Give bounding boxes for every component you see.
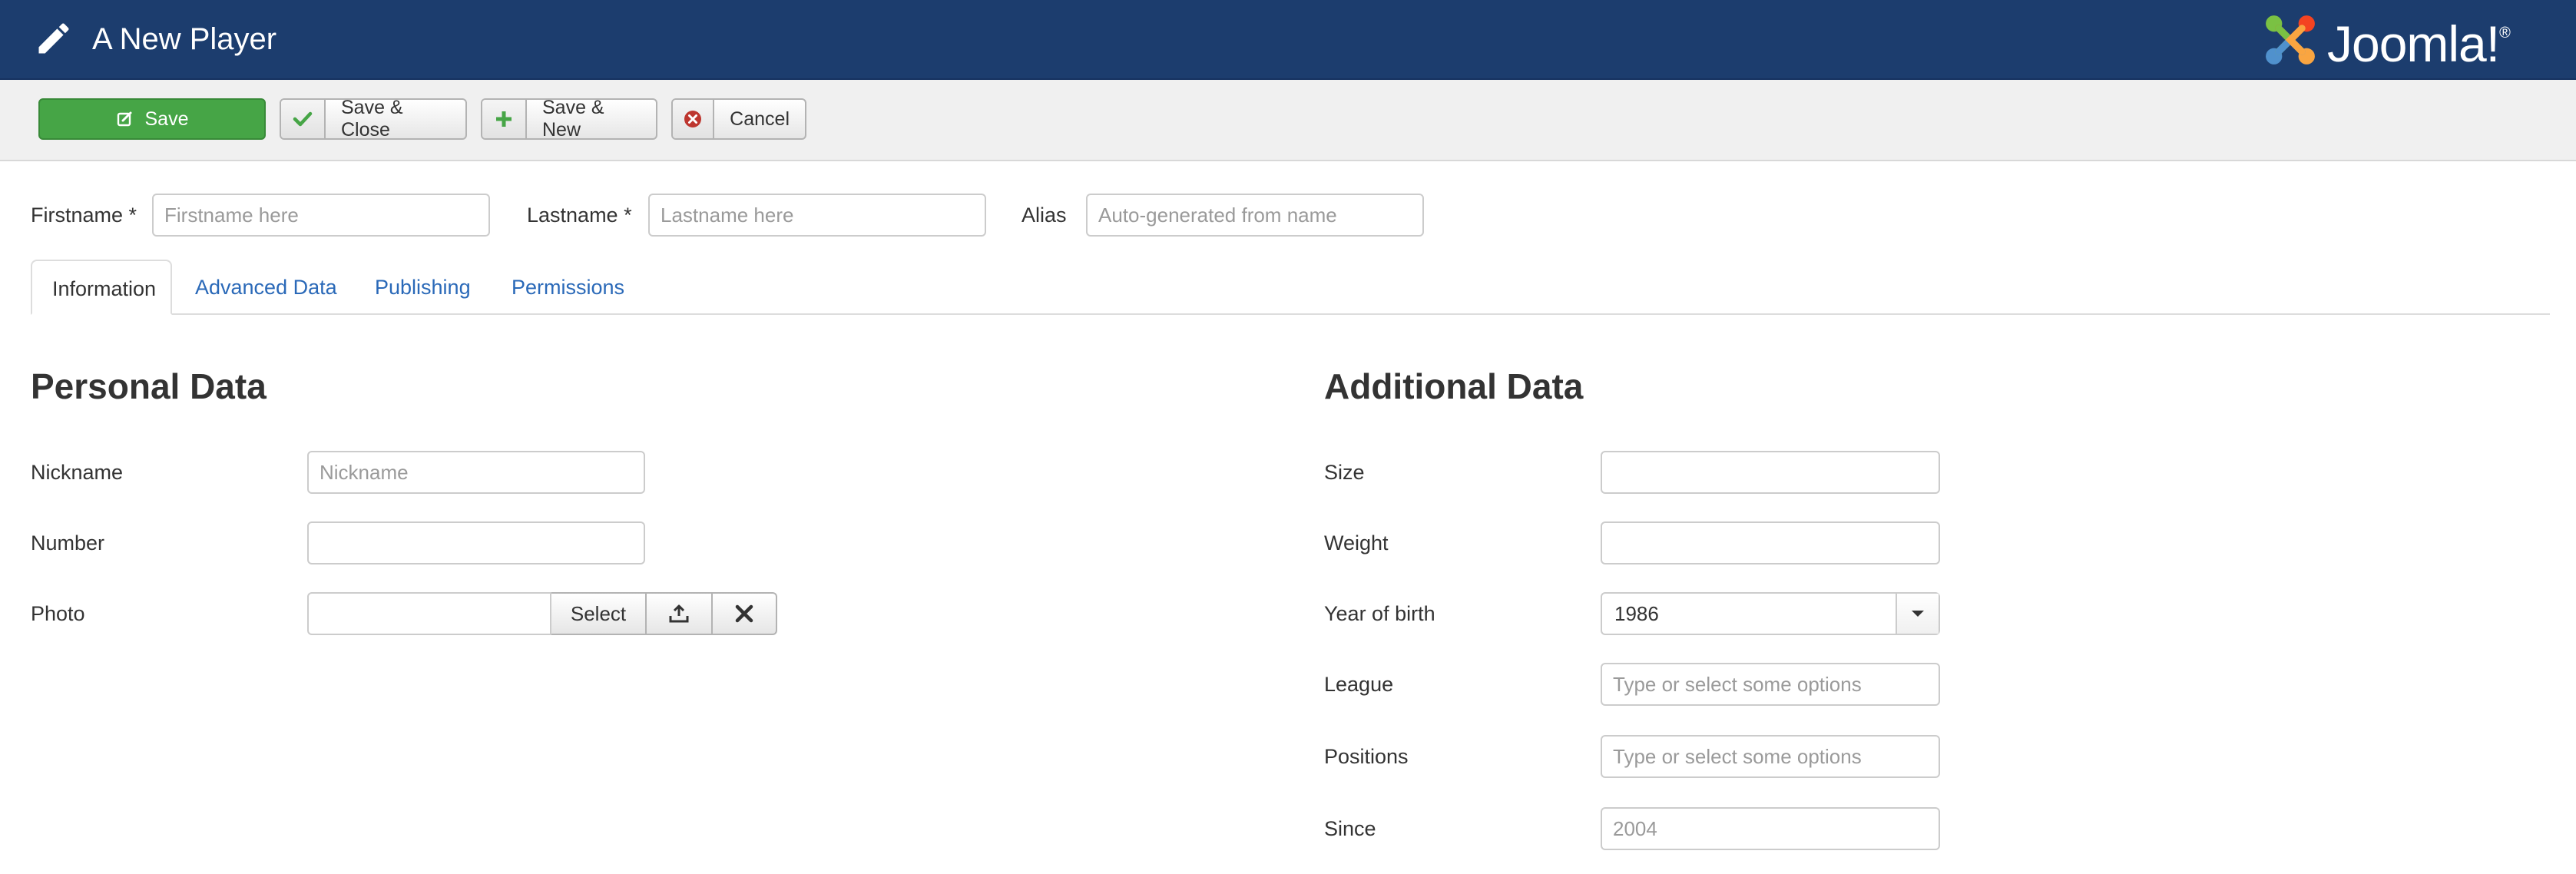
- check-icon: [281, 100, 326, 138]
- chevron-down-icon[interactable]: [1896, 594, 1939, 634]
- app-header: A New Player Joomla!®: [0, 0, 2576, 80]
- close-icon: [735, 604, 753, 623]
- cancel-circle-icon: [673, 100, 715, 138]
- cancel-label: Cancel: [730, 108, 790, 130]
- weight-label: Weight: [1324, 531, 1389, 555]
- save-button[interactable]: Save: [38, 98, 266, 140]
- tab-permissions[interactable]: Permissions: [492, 260, 644, 315]
- photo-media-field: Select: [307, 592, 777, 635]
- year-of-birth-label: Year of birth: [1324, 602, 1435, 625]
- save-new-button[interactable]: Save & New: [481, 98, 657, 140]
- photo-label: Photo: [31, 602, 85, 625]
- edit-icon: [116, 110, 134, 128]
- firstname-label: Firstname *: [31, 204, 137, 227]
- toolbar: Save Save & Close Save & New Cancel: [0, 80, 2576, 161]
- league-input[interactable]: [1601, 663, 1940, 706]
- save-button-label: Save: [144, 108, 189, 130]
- alias-input[interactable]: [1086, 194, 1424, 237]
- tab-publishing[interactable]: Publishing: [355, 260, 491, 315]
- year-of-birth-select[interactable]: 1986: [1601, 592, 1940, 635]
- personal-data-heading: Personal Data: [31, 366, 267, 406]
- nickname-label: Nickname: [31, 461, 124, 484]
- save-new-label: Save & New: [542, 98, 604, 140]
- lastname-label: Lastname *: [527, 204, 632, 227]
- save-close-button[interactable]: Save & Close: [280, 98, 467, 140]
- page-title: A New Player: [92, 22, 277, 56]
- logo-text: Joomla!: [2327, 15, 2500, 72]
- positions-label: Positions: [1324, 745, 1409, 768]
- number-label: Number: [31, 531, 105, 555]
- plus-icon: [482, 100, 527, 138]
- since-input[interactable]: [1601, 807, 1940, 850]
- photo-upload-button[interactable]: [647, 592, 713, 635]
- pencil-icon: [38, 23, 69, 54]
- positions-input[interactable]: [1601, 735, 1940, 778]
- firstname-input[interactable]: [152, 194, 490, 237]
- lastname-input[interactable]: [648, 194, 986, 237]
- weight-input[interactable]: [1601, 521, 1940, 564]
- size-label: Size: [1324, 461, 1365, 484]
- league-label: League: [1324, 673, 1394, 696]
- photo-select-button[interactable]: Select: [551, 592, 647, 635]
- joomla-wordmark: Joomla!®: [2327, 9, 2511, 72]
- joomla-logo-icon: [2266, 15, 2315, 65]
- alias-label: Alias: [1021, 204, 1067, 227]
- save-close-label: Save & Close: [341, 98, 403, 140]
- photo-clear-button[interactable]: [713, 592, 777, 635]
- size-input[interactable]: [1601, 451, 1940, 494]
- nickname-input[interactable]: [307, 451, 645, 494]
- upload-icon: [669, 604, 689, 623]
- tab-information[interactable]: Information: [31, 260, 172, 315]
- since-label: Since: [1324, 817, 1376, 840]
- number-input[interactable]: [307, 521, 645, 564]
- logo-registered-mark: ®: [2499, 25, 2511, 41]
- year-of-birth-value: 1986: [1614, 601, 1659, 625]
- additional-data-heading: Additional Data: [1324, 366, 1584, 406]
- photo-path-input[interactable]: [307, 592, 551, 635]
- tab-advanced-data[interactable]: Advanced Data: [175, 260, 357, 315]
- cancel-button[interactable]: Cancel: [671, 98, 806, 140]
